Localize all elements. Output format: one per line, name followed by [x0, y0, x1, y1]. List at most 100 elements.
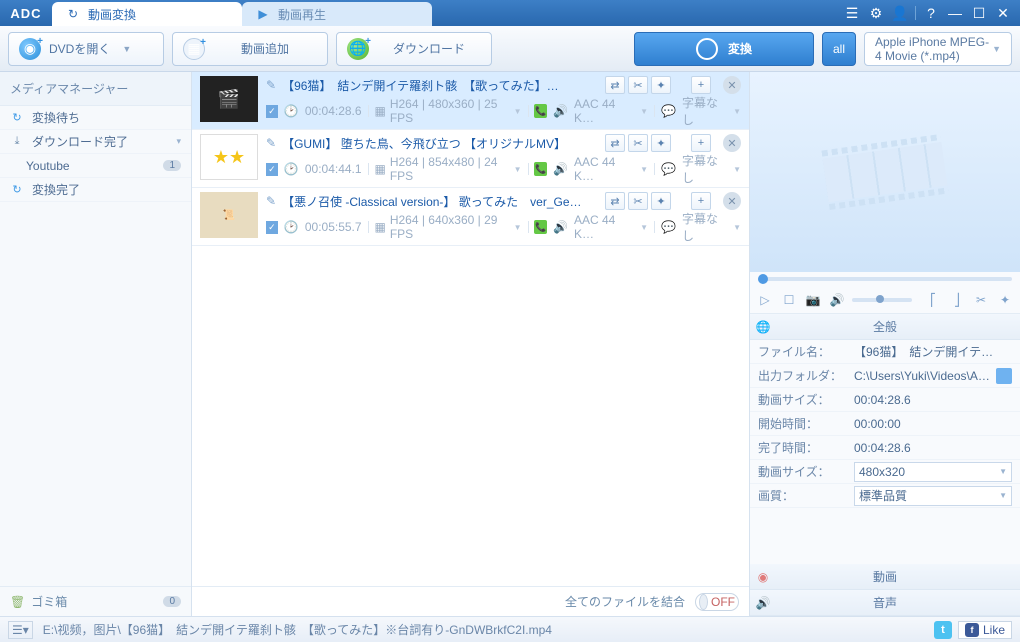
prop-key: 動画サイズ： — [758, 463, 854, 480]
combine-bar: 全てのファイルを結合 OFF — [192, 586, 749, 616]
checkbox[interactable]: ✓ — [266, 105, 278, 118]
prop-value: 00:00:00 — [854, 417, 1012, 431]
window-controls: ☰ ⚙ 👤 ? — ☐ ✕ — [843, 0, 1020, 26]
camera-icon[interactable]: 📷 — [804, 293, 822, 307]
edit-icon[interactable]: ✎ — [266, 194, 276, 208]
dimension-select[interactable]: 480x320▼ — [854, 462, 1012, 482]
all-profiles-button[interactable]: all — [822, 32, 856, 66]
profile-select[interactable]: Apple iPhone MPEG-4 Movie (*.mp4) ▼ — [864, 32, 1012, 66]
edit-icon[interactable]: ✎ — [266, 78, 276, 92]
like-button[interactable]: f Like — [958, 621, 1012, 639]
checkbox[interactable]: ✓ — [266, 221, 278, 234]
mark-in-icon[interactable]: ⎡ — [924, 293, 942, 307]
section-general[interactable]: 🌐 全般 — [750, 314, 1020, 340]
menu-icon[interactable]: ☰ — [843, 5, 861, 22]
add-video-button[interactable]: ▦+ 動画追加 — [172, 32, 328, 66]
wand-icon[interactable]: ✦ — [651, 134, 671, 152]
swap-icon[interactable]: ⇄ — [605, 192, 625, 210]
list-icon[interactable]: ☰▾ — [8, 621, 33, 639]
help-icon[interactable]: ? — [922, 5, 940, 21]
cycle-icon: ↻ — [10, 183, 24, 197]
wand-icon[interactable]: ✦ — [996, 293, 1014, 307]
phone-icon: 📞 — [534, 104, 547, 118]
sidebar-item-download-complete[interactable]: ⤓ ダウンロード完了 ▾ — [0, 130, 191, 154]
tab-convert[interactable]: ↻ 動画変換 — [52, 2, 242, 26]
remove-icon[interactable]: ✕ — [723, 192, 741, 210]
download-icon: ⤓ — [10, 135, 24, 149]
player-controls: ▷ ☐ 📷 🔊 ⎡ ⎦ ✂ ✦ — [750, 286, 1020, 314]
speaker-icon: 🔊 — [553, 162, 568, 176]
list-item[interactable]: 🎬 ✎ 【96猫】 結ンデ開イテ羅刹ト骸 【歌ってみた】… ⇄ ✂ ✦ + ✕ — [192, 72, 749, 130]
list-item[interactable]: 📜 ✎ 【悪ノ召使 -Classical version-】 歌ってみた ver… — [192, 188, 749, 246]
file-title[interactable]: 【GUMI】 堕ちた鳥、今飛び立つ 【オリジナルMV】 — [282, 135, 593, 152]
swap-icon[interactable]: ⇄ — [605, 76, 625, 94]
twitter-icon[interactable]: t — [934, 621, 952, 639]
sidebar-item-convert-complete[interactable]: ↻ 変換完了 — [0, 178, 191, 202]
convert-button[interactable]: 変換 — [634, 32, 814, 66]
properties-panel: ▷ ☐ 📷 🔊 ⎡ ⎦ ✂ ✦ 🌐 全般 ファイル名：【96猫】 結ンデ開イテ…… — [750, 72, 1020, 616]
sidebar-item-waiting[interactable]: ↻ 変換待ち — [0, 106, 191, 130]
section-video[interactable]: ◉ 動画 — [750, 564, 1020, 590]
cut-icon[interactable]: ✂ — [628, 76, 648, 94]
wand-icon[interactable]: ✦ — [651, 192, 671, 210]
chevron-down-icon: ▼ — [992, 44, 1001, 54]
phone-icon: 📞 — [534, 162, 547, 176]
user-icon[interactable]: 👤 — [891, 5, 909, 22]
scrub-bar[interactable] — [750, 272, 1020, 286]
refresh-icon: ↻ — [66, 7, 80, 21]
download-button[interactable]: 🌐+ ダウンロード — [336, 32, 492, 66]
remove-icon[interactable]: ✕ — [723, 134, 741, 152]
subtitle-value: 字幕なし — [682, 210, 725, 244]
tab-play[interactable]: ▶ 動画再生 — [242, 2, 432, 26]
cut-icon[interactable]: ✂ — [628, 134, 648, 152]
prop-value: 【96猫】 結ンデ開イテ… — [854, 343, 1012, 360]
sidebar-item-label: 変換待ち — [32, 109, 80, 126]
gear-icon[interactable]: ⚙ — [867, 5, 885, 22]
prop-value: C:\Users\Yuki\Videos\A… — [854, 369, 992, 383]
prop-value: 00:04:28.6 — [854, 393, 1012, 407]
app-logo: ADC — [0, 0, 52, 26]
volume-slider[interactable] — [852, 298, 912, 302]
section-label: 音声 — [776, 594, 1020, 611]
close-icon[interactable]: ✕ — [994, 5, 1012, 22]
edit-icon[interactable]: ✎ — [266, 136, 276, 150]
minimize-icon[interactable]: — — [946, 5, 964, 21]
checkbox[interactable]: ✓ — [266, 163, 278, 176]
tab-label: 動画再生 — [278, 6, 326, 23]
mark-out-icon[interactable]: ⎦ — [948, 293, 966, 307]
combine-toggle[interactable]: OFF — [695, 593, 739, 611]
toolbar: ◉+ DVDを開く ▼ ▦+ 動画追加 🌐+ ダウンロード 変換 all App… — [0, 26, 1020, 72]
speaker-icon: 🔊 — [553, 220, 568, 234]
prop-key: 出力フォルダ： — [758, 367, 854, 384]
sidebar-item-youtube[interactable]: Youtube 1 — [0, 154, 191, 178]
prop-key: 画質： — [758, 487, 854, 504]
plus-icon[interactable]: + — [691, 192, 711, 210]
remove-icon[interactable]: ✕ — [723, 76, 741, 94]
thumbnail: ★★ — [200, 134, 258, 180]
clock-icon: 🕑 — [284, 162, 299, 176]
speaker-icon[interactable]: 🔊 — [828, 293, 846, 307]
plus-icon[interactable]: + — [691, 76, 711, 94]
subtitle-value: 字幕なし — [682, 94, 725, 128]
cut-icon[interactable]: ✂ — [972, 293, 990, 307]
plus-icon[interactable]: + — [691, 134, 711, 152]
swap-icon[interactable]: ⇄ — [605, 134, 625, 152]
duration-value: 00:04:28.6 — [305, 104, 362, 118]
play-icon[interactable]: ▷ — [756, 293, 774, 307]
quality-select[interactable]: 標準品質▼ — [854, 486, 1012, 506]
play-icon: ▶ — [256, 7, 270, 21]
open-dvd-button[interactable]: ◉+ DVDを開く ▼ — [8, 32, 164, 66]
disc-icon: ◉+ — [19, 38, 41, 60]
wand-icon[interactable]: ✦ — [651, 76, 671, 94]
file-title[interactable]: 【悪ノ召使 -Classical version-】 歌ってみた ver_Ge… — [282, 193, 593, 210]
combine-label: 全てのファイルを結合 — [565, 593, 685, 610]
trash-button[interactable]: 🗑 ゴミ箱 0 — [0, 586, 191, 616]
cut-icon[interactable]: ✂ — [628, 192, 648, 210]
section-audio[interactable]: 🔊 音声 — [750, 590, 1020, 616]
list-item[interactable]: ★★ ✎ 【GUMI】 堕ちた鳥、今飛び立つ 【オリジナルMV】 ⇄ ✂ ✦ +… — [192, 130, 749, 188]
folder-icon[interactable] — [996, 368, 1012, 384]
file-title[interactable]: 【96猫】 結ンデ開イテ羅刹ト骸 【歌ってみた】… — [282, 77, 593, 94]
stop-icon[interactable]: ☐ — [780, 293, 798, 307]
globe-icon: 🌐 — [750, 320, 776, 334]
maximize-icon[interactable]: ☐ — [970, 5, 988, 22]
